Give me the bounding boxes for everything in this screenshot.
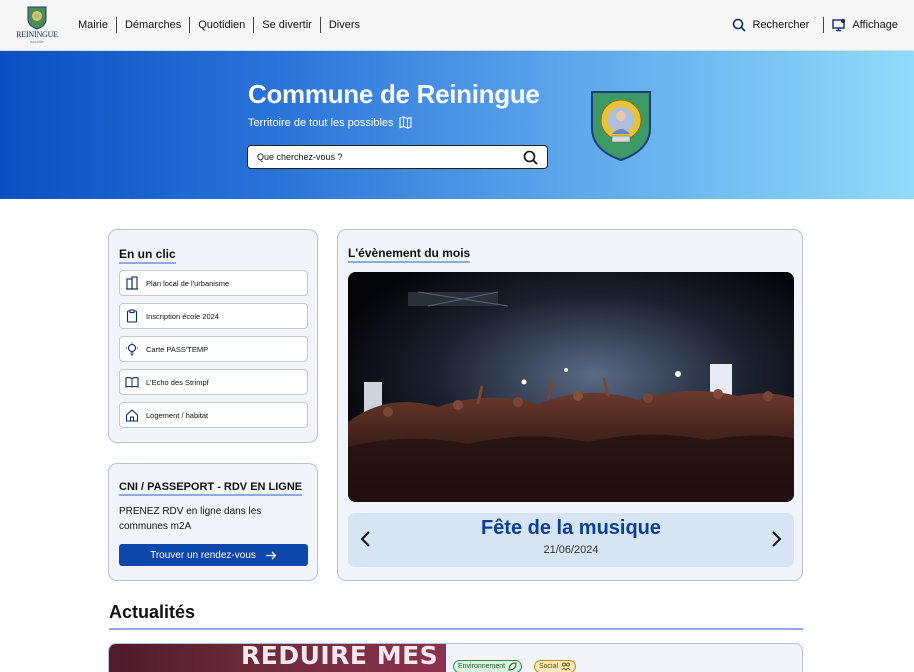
display-label: Affichage xyxy=(852,19,898,31)
nav-item-se-divertir[interactable]: Se divertir xyxy=(254,17,320,33)
tag-label: Social xyxy=(539,663,559,670)
search-label: Rechercher xyxy=(752,19,810,31)
leaf-icon xyxy=(508,662,517,671)
nav-item-mairie[interactable]: Mairie xyxy=(70,17,116,33)
quick-links-card: En un clic Plan local de l'urbanisme Ins… xyxy=(108,229,318,443)
event-section-title: L'évènement du mois xyxy=(348,246,471,263)
event-date: 21/06/2024 xyxy=(543,544,599,556)
quick-link-label: Carte PASS'TEMP xyxy=(146,344,209,354)
nav-item-demarches[interactable]: Démarches xyxy=(117,17,189,33)
quick-link-carte-pass-temp[interactable]: Carte PASS'TEMP xyxy=(119,336,308,362)
nav-item-quotidien[interactable]: Quotidien xyxy=(190,17,253,33)
book-icon xyxy=(125,377,139,388)
next-event-button[interactable] xyxy=(770,530,782,548)
logo-subtext: ma ville xyxy=(30,39,44,44)
event-name: Fête de la musique xyxy=(480,517,662,539)
people-icon xyxy=(561,662,571,671)
find-appointment-label: Trouver un rendez-vous xyxy=(150,549,256,561)
news-image-text: REDUIRE MES xyxy=(241,644,439,670)
quick-link-label: Logement / habitat xyxy=(146,410,209,420)
town-crest-icon xyxy=(591,91,651,162)
cni-description: PRENEZ RDV en ligne dans les communes m2… xyxy=(119,506,262,532)
quick-link-echo-des-strimpf[interactable]: L'Echo des Strimpf xyxy=(119,369,308,395)
tag-label: Environnement xyxy=(458,663,506,670)
find-appointment-button[interactable]: Trouver un rendez-vous xyxy=(119,544,308,566)
tag-environnement[interactable]: Environnement xyxy=(453,660,523,672)
display-settings-icon xyxy=(832,19,846,32)
hero-title: Commune de Reiningue xyxy=(248,79,540,109)
news-section-title: Actualités xyxy=(109,602,196,622)
quick-link-logement-habitat[interactable]: Logement / habitat xyxy=(119,402,308,428)
cni-passport-card: CNI / PASSEPORT - RDV EN LIGNE PRENEZ RD… xyxy=(108,463,318,581)
event-info-panel: Fête de la musique 21/06/2024 xyxy=(348,513,794,567)
search-icon xyxy=(733,18,747,32)
display-button[interactable]: Affichage xyxy=(832,18,898,32)
quick-link-label: L'Echo des Strimpf xyxy=(146,377,209,387)
hero-subtitle: Territoire de tout les possibles xyxy=(248,116,413,129)
quick-links-title: En un clic xyxy=(119,247,176,264)
arrow-right-icon xyxy=(265,551,277,559)
buildings-icon xyxy=(126,276,138,290)
map-icon xyxy=(398,116,412,129)
hero-search-input[interactable] xyxy=(257,150,507,164)
tool-divider xyxy=(823,17,825,33)
event-of-month-card: L'évènement du mois Fête de la musique 2… xyxy=(337,229,803,581)
quick-link-urbanisme[interactable]: Plan local de l'urbanisme xyxy=(119,270,308,296)
search-icon[interactable] xyxy=(523,150,538,165)
event-photo xyxy=(348,272,794,502)
header-tools: Rechercher Affichage xyxy=(732,17,898,33)
hero-subtitle-text: Territoire de tout les possibles xyxy=(248,116,394,129)
lightbulb-icon xyxy=(126,342,138,356)
top-bar: REININGUE ma ville Mairie Démarches Quot… xyxy=(0,0,914,51)
clipboard-icon xyxy=(126,309,138,323)
tag-social[interactable]: Social xyxy=(534,660,577,672)
news-section-divider xyxy=(109,628,803,630)
hero-banner: Commune de Reiningue Territoire de tout … xyxy=(0,51,914,199)
news-image: REDUIRE MES xyxy=(109,644,446,672)
hero-search-box xyxy=(247,145,548,169)
quick-link-label: Inscription école 2024 xyxy=(146,311,219,321)
nav-item-divers[interactable]: Divers xyxy=(321,17,368,33)
concert-crowd-image xyxy=(348,272,794,502)
search-button[interactable]: Rechercher xyxy=(732,18,809,32)
crest-icon xyxy=(27,6,47,30)
site-logo[interactable]: REININGUE ma ville xyxy=(14,6,60,46)
quick-link-label: Plan local de l'urbanisme xyxy=(146,278,230,288)
house-icon xyxy=(125,409,139,422)
logo-text: REININGUE xyxy=(16,30,58,39)
news-card[interactable]: REDUIRE MES Environnement Social xyxy=(108,643,803,672)
quick-link-inscription-ecole[interactable]: Inscription école 2024 xyxy=(119,303,308,329)
cni-title: CNI / PASSEPORT - RDV EN LIGNE xyxy=(119,481,303,496)
main-nav: Mairie Démarches Quotidien Se divertir D… xyxy=(70,17,368,33)
